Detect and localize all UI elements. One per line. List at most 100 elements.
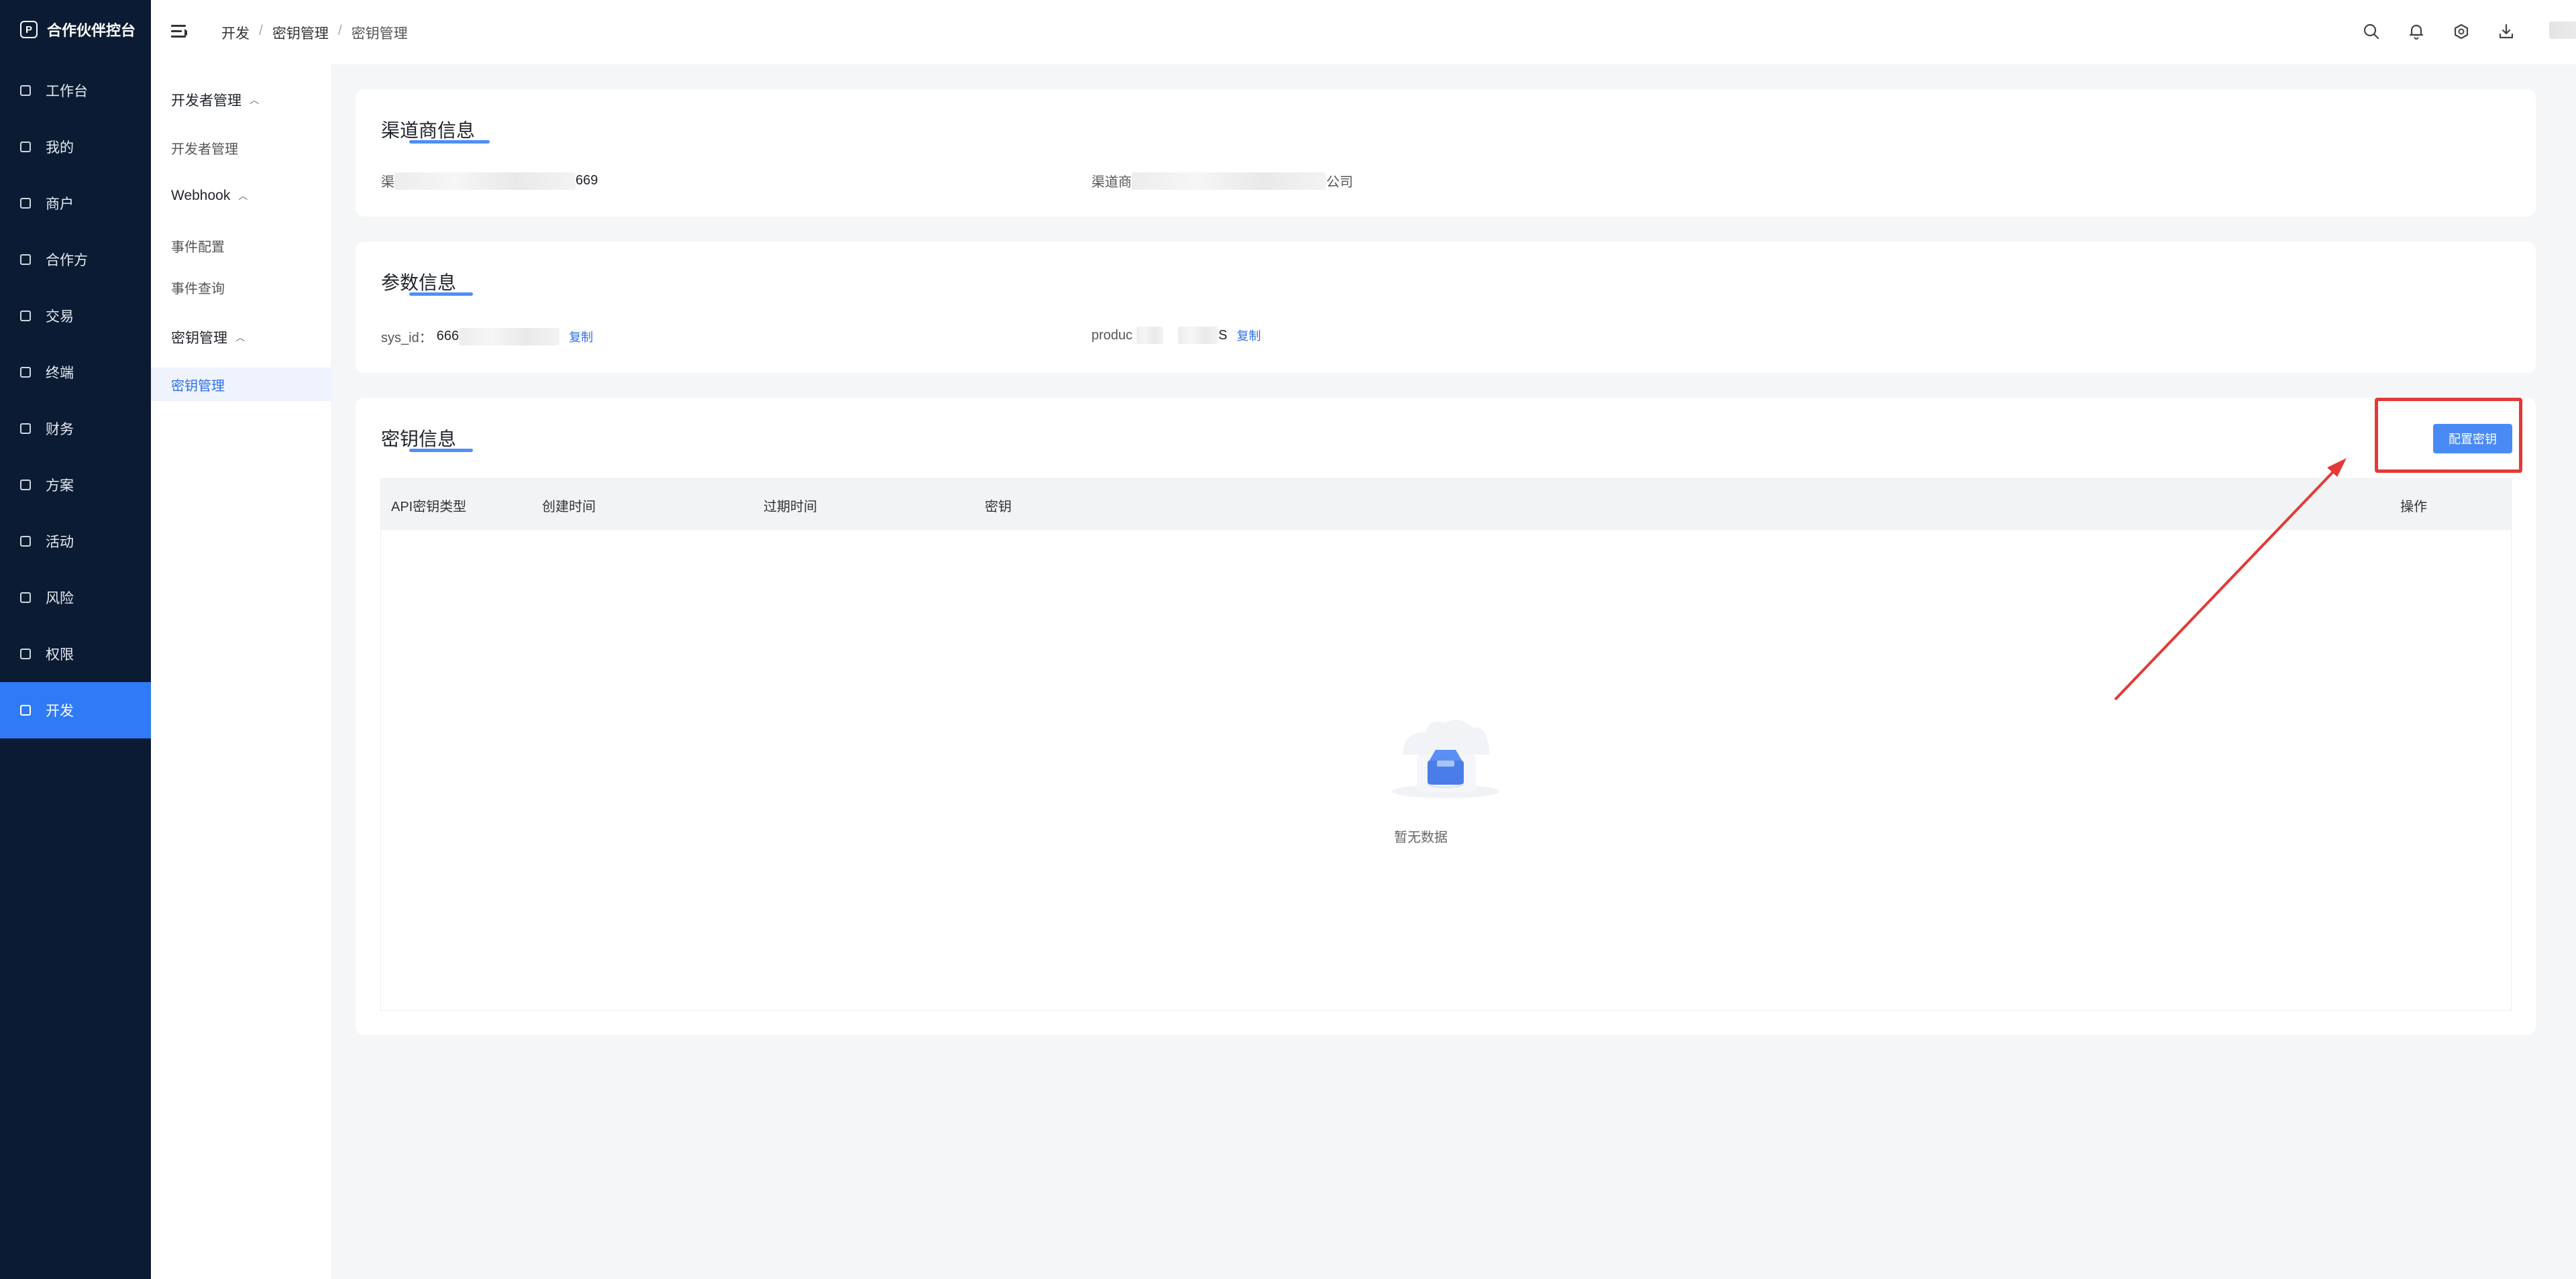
subnav-item-developer-management[interactable]: 开发者管理 — [171, 138, 238, 158]
title-underline — [409, 449, 473, 452]
sidebar-item-develop[interactable]: 开发 — [0, 682, 151, 738]
chevron-up-icon: ︿ — [250, 95, 259, 105]
column-header-expire-time: 过期时间 — [763, 500, 817, 514]
brand[interactable]: P 合作伙伴控台 — [20, 19, 136, 40]
subnav-group-label: 开发者管理 — [171, 93, 241, 109]
product-label: produc — [1091, 327, 1133, 343]
sidebar: P 合作伙伴控台 工作台 我的 商户 合作方 交易 终端 财务 方案 活动 风险… — [0, 0, 151, 1279]
terminal-icon — [20, 367, 31, 378]
sidebar-item-label: 交易 — [46, 309, 74, 325]
channel-info-card: 渠道商信息 渠 669 渠道商 公司 — [356, 89, 2536, 217]
sidebar-item-activity[interactable]: 活动 — [0, 513, 151, 569]
breadcrumb-item-current: 密钥管理 — [351, 26, 408, 42]
sidebar-item-terminal[interactable]: 终端 — [0, 344, 151, 400]
field-suffix: 公司 — [1326, 175, 1353, 190]
sidebar-item-label: 风险 — [46, 591, 74, 606]
header-actions — [2361, 21, 2516, 42]
sidebar-item-permission[interactable]: 权限 — [0, 626, 151, 682]
sidebar-item-plan[interactable]: 方案 — [0, 457, 151, 513]
field-prefix: 渠道商 — [1091, 175, 1132, 190]
partner-icon — [20, 254, 31, 265]
redacted-value — [1136, 327, 1164, 344]
user-name-redacted — [2549, 21, 2576, 39]
subnav-item-event-config[interactable]: 事件配置 — [171, 236, 225, 256]
sys-id-field: sys_id： 666 复制 — [381, 327, 593, 346]
sidebar-item-transaction[interactable]: 交易 — [0, 288, 151, 344]
empty-text: 暂无数据 — [1394, 830, 1448, 845]
subnav-group-label: 密钥管理 — [171, 331, 227, 346]
column-header-key: 密钥 — [985, 500, 1012, 514]
field-prefix: 渠 — [381, 175, 394, 190]
search-icon[interactable] — [2361, 21, 2381, 42]
subnav-group-label: Webhook — [171, 188, 231, 203]
copy-sys-id-button[interactable]: 复制 — [569, 328, 593, 345]
subnav-item-key-management[interactable]: 密钥管理 — [151, 368, 332, 401]
bell-icon[interactable] — [2406, 21, 2426, 42]
breadcrumb-separator: / — [259, 23, 263, 38]
sidebar-item-label: 商户 — [46, 197, 74, 212]
empty-box-icon — [1392, 719, 1499, 798]
sys-id-value: 666 — [436, 329, 460, 343]
annotation-highlight-box — [2375, 398, 2522, 473]
parameter-info-card: 参数信息 sys_id： 666 复制 produc S 复制 — [356, 241, 2536, 373]
product-value-suffix: S — [1218, 327, 1228, 343]
card-title: 密钥信息 — [381, 429, 457, 449]
subnav-group-webhook[interactable]: Webhook ︿ — [171, 188, 248, 204]
sub-navigation: 开发者管理 ︿ 开发者管理 Webhook ︿ 事件配置 事件查询 密钥管理 ︿… — [151, 64, 332, 1279]
column-header-actions: 操作 — [2400, 500, 2427, 514]
breadcrumb: 开发 / 密钥管理 / 密钥管理 — [221, 23, 408, 43]
download-icon[interactable] — [2496, 21, 2516, 42]
plan-icon — [20, 480, 31, 490]
column-header-api-key-type: API密钥类型 — [391, 500, 467, 514]
sidebar-item-label: 工作台 — [46, 84, 88, 99]
chevron-up-icon: ︿ — [238, 190, 248, 201]
title-underline — [409, 292, 473, 296]
user-icon — [20, 142, 31, 152]
develop-icon — [20, 705, 31, 716]
sidebar-item-workbench[interactable]: 工作台 — [0, 62, 151, 119]
menu-toggle-icon[interactable] — [171, 23, 189, 40]
sidebar-item-merchant[interactable]: 商户 — [0, 175, 151, 231]
top-header: 开发 / 密钥管理 / 密钥管理 53 — [151, 0, 2576, 64]
sidebar-item-risk[interactable]: 风险 — [0, 569, 151, 626]
sidebar-item-label: 我的 — [46, 140, 74, 156]
brand-title: 合作伙伴控台 — [47, 22, 136, 39]
brand-logo-icon: P — [20, 21, 38, 38]
sidebar-item-label: 财务 — [46, 422, 74, 437]
copy-product-button[interactable]: 复制 — [1237, 327, 1261, 344]
card-title: 渠道商信息 — [381, 120, 476, 141]
user-menu[interactable]: 53 — [2549, 21, 2576, 39]
settings-icon[interactable] — [2451, 21, 2471, 42]
channel-field-1: 渠 669 — [381, 171, 598, 190]
empty-state — [1389, 691, 1503, 815]
finance-icon — [20, 423, 31, 434]
breadcrumb-separator: / — [337, 23, 342, 38]
sidebar-item-partner[interactable]: 合作方 — [0, 231, 151, 288]
card-title: 参数信息 — [381, 272, 457, 293]
sidebar-item-label: 权限 — [46, 647, 74, 663]
title-underline — [409, 140, 490, 144]
sidebar-nav: 工作台 我的 商户 合作方 交易 终端 财务 方案 活动 风险 权限 开发 — [0, 62, 151, 738]
transaction-icon — [20, 311, 31, 321]
sidebar-item-label: 开发 — [46, 704, 74, 719]
breadcrumb-item-develop[interactable]: 开发 — [221, 23, 250, 43]
sys-id-label: sys_id： — [381, 331, 433, 345]
sidebar-item-label: 终端 — [46, 366, 74, 381]
sidebar-item-finance[interactable]: 财务 — [0, 400, 151, 457]
table-header: API密钥类型 创建时间 过期时间 密钥 操作 — [381, 479, 2511, 530]
subnav-group-key-management[interactable]: 密钥管理 ︿ — [171, 327, 245, 347]
permission-icon — [20, 649, 31, 659]
sidebar-item-mine[interactable]: 我的 — [0, 119, 151, 175]
subnav-group-developer[interactable]: 开发者管理 ︿ — [171, 90, 259, 110]
product-field: produc S 复制 — [1091, 327, 1261, 344]
sidebar-item-label: 合作方 — [46, 253, 88, 268]
column-header-created-time: 创建时间 — [542, 500, 596, 514]
store-icon — [20, 198, 31, 209]
sidebar-item-label: 活动 — [46, 535, 74, 550]
sidebar-item-label: 方案 — [46, 478, 74, 494]
chevron-up-icon: ︿ — [235, 332, 245, 343]
dashboard-icon — [20, 85, 31, 96]
subnav-item-event-query[interactable]: 事件查询 — [171, 278, 225, 297]
risk-icon — [20, 592, 31, 603]
breadcrumb-item-key-management[interactable]: 密钥管理 — [272, 23, 329, 43]
